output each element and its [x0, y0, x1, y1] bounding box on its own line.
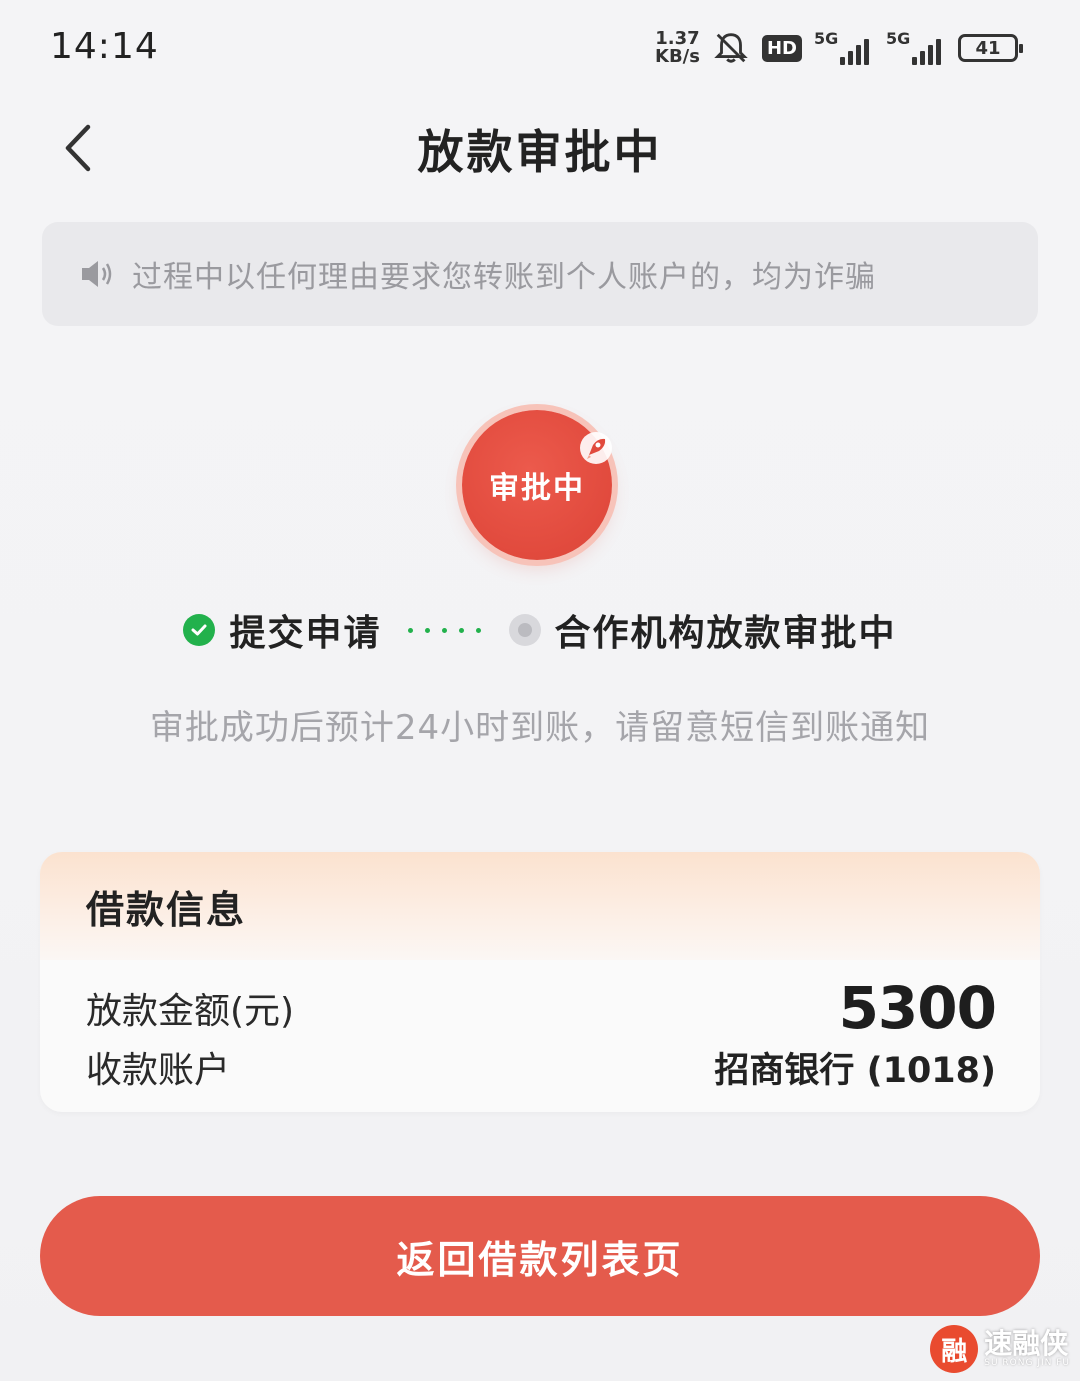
step-label: 提交申请	[229, 613, 382, 654]
status-bar: 14:14 1.37 KB/s HD 5G 5G 41	[0, 0, 1080, 95]
page-title: 放款审批中	[417, 125, 663, 179]
watermark: 融 速融侠 SU RONG JIN FU	[930, 1325, 1070, 1373]
account-value: 招商银行 (1018)	[714, 1050, 996, 1091]
amount-label: 放款金额(元)	[86, 991, 295, 1032]
step-label: 合作机构放款审批中	[554, 613, 897, 654]
notice-text: 过程中以任何理由要求您转账到个人账户的，均为诈骗	[132, 260, 876, 295]
hd-badge: HD	[761, 34, 802, 62]
watermark-logo: 融	[930, 1325, 979, 1373]
check-circle-icon	[183, 614, 216, 646]
watermark-text: 速融侠	[984, 1327, 1069, 1360]
battery-icon: 41	[958, 34, 1023, 62]
watermark-text-block: 速融侠 SU RONG JIN FU	[984, 1327, 1070, 1369]
status-indicator: 审批中	[462, 410, 618, 566]
status-icons: 1.37 KB/s HD 5G 5G 41	[655, 28, 1023, 68]
loan-card-header: 借款信息	[40, 852, 1040, 960]
status-label: 审批中	[489, 471, 585, 506]
account-row: 收款账户 招商银行 (1018)	[86, 1040, 996, 1094]
button-label: 返回借款列表页	[396, 1237, 684, 1282]
arrival-note: 审批成功后预计24小时到账，请留意短信到账通知	[149, 708, 931, 748]
status-time: 14:14	[50, 26, 159, 67]
signal-label: 5G	[886, 29, 911, 48]
amount-value: 5300	[838, 974, 997, 1042]
net-speed-unit: KB/s	[655, 46, 700, 67]
signal-icon: 5G	[886, 29, 946, 65]
fraud-notice-banner: 过程中以任何理由要求您转账到个人账户的，均为诈骗	[42, 222, 1038, 326]
amount-row: 放款金额(元) 5300	[86, 974, 997, 1042]
progress-steps: 提交申请 合作机构放款审批中	[0, 604, 1080, 656]
signal-icon: 5G	[814, 29, 874, 65]
step-submitted: 提交申请	[183, 604, 381, 656]
watermark-logo-char: 融	[941, 1336, 968, 1367]
back-to-loan-list-button[interactable]: 返回借款列表页	[40, 1196, 1040, 1316]
account-label: 收款账户	[86, 1050, 231, 1091]
watermark-sub: SU RONG JIN FU	[984, 1358, 1070, 1368]
signal-label: 5G	[814, 29, 839, 48]
loan-info-card: 借款信息 放款金额(元) 5300 收款账户 招商银行 (1018)	[40, 852, 1040, 1112]
step-connector	[407, 627, 481, 633]
bell-muted-icon	[714, 33, 748, 63]
net-speed: 1.37 KB/s	[655, 30, 700, 66]
pending-circle-icon	[508, 614, 541, 646]
battery-level: 41	[975, 37, 1001, 59]
rocket-icon	[580, 432, 612, 464]
step-approving: 合作机构放款审批中	[508, 604, 897, 656]
speaker-icon	[82, 261, 112, 287]
loan-card-title: 借款信息	[86, 887, 247, 932]
